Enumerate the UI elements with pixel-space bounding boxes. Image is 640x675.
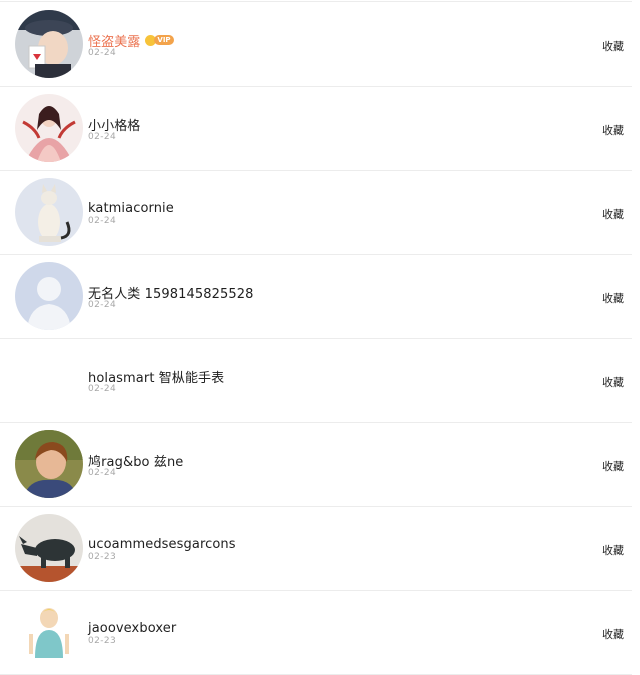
date: 02-24 — [88, 216, 117, 226]
user-name[interactable]: jaoovexboxer — [88, 621, 176, 636]
user-name[interactable]: holasmart 智枞能手表 — [88, 367, 224, 386]
user-name[interactable]: 无名人类 1598145825528 — [88, 283, 253, 302]
blank-avatar[interactable] — [15, 346, 83, 414]
date: 02-23 — [88, 552, 117, 562]
user-name[interactable]: 鸠rag&bo 兹ne — [88, 451, 183, 470]
default-avatar[interactable] — [15, 262, 83, 330]
anime-avatar[interactable] — [15, 10, 83, 78]
figure-avatar[interactable] — [15, 598, 83, 666]
date: 02-23 — [88, 636, 117, 646]
list-item[interactable]: 无名人类 1598145825528 02-24 收藏 — [0, 254, 632, 339]
list-item[interactable]: 怪盗美露 VIP 02-24 收藏 — [0, 2, 632, 87]
user-name[interactable]: 小小格格 — [88, 115, 140, 134]
list-item[interactable]: 鸠rag&bo 兹ne 02-24 收藏 — [0, 422, 632, 507]
vip-badge: VIP — [145, 34, 174, 46]
date: 02-24 — [88, 132, 117, 142]
rhino-avatar[interactable] — [15, 514, 83, 582]
favorite-button[interactable]: 收藏 — [602, 206, 624, 222]
date: 02-24 — [88, 468, 117, 478]
favorite-button[interactable]: 收藏 — [602, 122, 624, 138]
list-item[interactable]: jaoovexboxer 02-23 收藏 — [0, 590, 632, 675]
favorite-button[interactable]: 收藏 — [602, 626, 624, 642]
follower-list: 怪盗美露 VIP 02-24 收藏 小小格格 02-24 收藏 katmiaco… — [0, 0, 640, 675]
costume-avatar[interactable] — [15, 94, 83, 162]
favorite-button[interactable]: 收藏 — [602, 542, 624, 558]
date: 02-24 — [88, 384, 117, 394]
favorite-button[interactable]: 收藏 — [602, 374, 624, 390]
user-name[interactable]: 怪盗美露 — [88, 31, 140, 50]
user-name[interactable]: ucoammedsesgarcons — [88, 537, 236, 552]
user-name[interactable]: katmiacornie — [88, 201, 174, 216]
list-item[interactable]: 小小格格 02-24 收藏 — [0, 86, 632, 171]
favorite-button[interactable]: 收藏 — [602, 290, 624, 306]
list-item[interactable]: katmiacornie 02-24 收藏 — [0, 170, 632, 255]
list-item[interactable]: holasmart 智枞能手表 02-24 收藏 — [0, 338, 632, 423]
cat-avatar[interactable] — [15, 178, 83, 246]
vip-label: VIP — [154, 35, 174, 45]
date: 02-24 — [88, 300, 117, 310]
favorite-button[interactable]: 收藏 — [602, 38, 624, 54]
favorite-button[interactable]: 收藏 — [602, 458, 624, 474]
date: 02-24 — [88, 48, 117, 58]
list-item[interactable]: ucoammedsesgarcons 02-23 收藏 — [0, 506, 632, 591]
photo-avatar[interactable] — [15, 430, 83, 498]
